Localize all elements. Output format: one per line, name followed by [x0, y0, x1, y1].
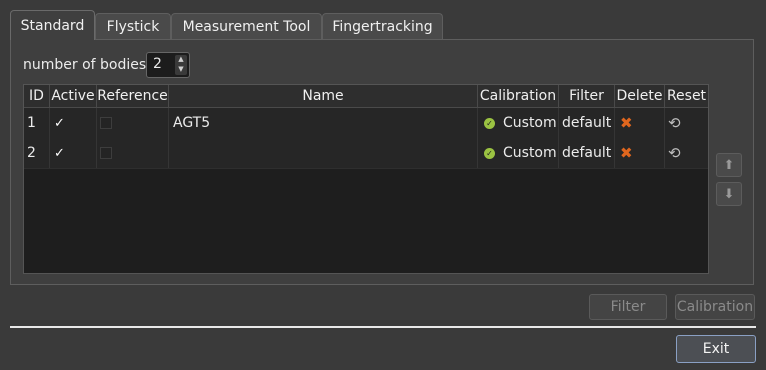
reference-cell[interactable] — [97, 108, 169, 138]
reset-icon[interactable]: ⟲ — [668, 114, 681, 132]
header-name[interactable]: Name — [169, 85, 478, 107]
tab-fingertracking-label: Fingertracking — [332, 18, 433, 35]
number-of-bodies-value: 2 — [153, 56, 162, 72]
calibration-value: Custom — [503, 145, 557, 161]
calibration-cell[interactable]: ✓ Custom — [478, 138, 559, 168]
arrow-up-icon: ⬆ — [723, 157, 735, 173]
tab-standard[interactable]: Standard — [10, 10, 95, 40]
table-header: ID Active Reference Name Calibration Fil… — [24, 85, 708, 108]
spinbox-buttons: ▲ ▼ — [175, 55, 187, 75]
table-row[interactable]: 1 ✓ AGT5 ✓ Custom default ✖ ⟲ — [24, 108, 708, 139]
tab-standard-label: Standard — [20, 17, 85, 34]
table-row[interactable]: 2 ✓ ✓ Custom default ✖ ⟲ — [24, 138, 708, 169]
reset-cell[interactable]: ⟲ — [665, 108, 708, 138]
row-id: 1 — [24, 108, 50, 138]
header-delete[interactable]: Delete — [615, 85, 665, 107]
calibration-button-label: Calibration — [676, 299, 754, 315]
active-checkbox[interactable]: ✓ — [50, 108, 97, 138]
tab-measurement-tool[interactable]: Measurement Tool — [171, 13, 322, 39]
active-check-mark: ✓ — [54, 115, 65, 131]
spin-up-icon[interactable]: ▲ — [177, 55, 185, 64]
filter-value[interactable]: default — [559, 138, 615, 168]
active-checkbox[interactable]: ✓ — [50, 138, 97, 168]
tab-flystick[interactable]: Flystick — [95, 13, 171, 39]
header-reset[interactable]: Reset — [665, 85, 708, 107]
row-name[interactable] — [169, 138, 478, 168]
active-check-mark: ✓ — [54, 145, 65, 161]
header-reference[interactable]: Reference — [97, 85, 169, 107]
exit-button[interactable]: Exit — [676, 335, 756, 363]
check-circle-icon: ✓ — [484, 147, 495, 159]
calibration-button[interactable]: Calibration — [675, 294, 755, 320]
reset-icon[interactable]: ⟲ — [668, 144, 681, 162]
reset-cell[interactable]: ⟲ — [665, 138, 708, 168]
bodies-table: ID Active Reference Name Calibration Fil… — [23, 84, 709, 274]
delete-cell[interactable]: ✖ — [615, 138, 665, 168]
filter-button-label: Filter — [610, 299, 646, 315]
reference-cell[interactable] — [97, 138, 169, 168]
number-of-bodies-spinbox[interactable]: 2 ▲ ▼ — [146, 52, 190, 78]
header-active[interactable]: Active — [50, 85, 97, 107]
check-circle-icon: ✓ — [484, 117, 495, 129]
number-of-bodies-label: number of bodies — [23, 57, 147, 73]
row-id: 2 — [24, 138, 50, 168]
x-icon[interactable]: ✖ — [620, 114, 633, 132]
tab-flystick-label: Flystick — [106, 18, 160, 35]
standard-panel: number of bodies 2 ▲ ▼ ID Active Referen… — [10, 39, 754, 285]
tab-fingertracking[interactable]: Fingertracking — [322, 13, 443, 39]
row-name[interactable]: AGT5 — [169, 108, 478, 138]
header-calibration[interactable]: Calibration — [478, 85, 559, 107]
header-id[interactable]: ID — [24, 85, 50, 107]
filter-button[interactable]: Filter — [589, 294, 667, 320]
separator-line — [10, 326, 756, 328]
move-up-button[interactable]: ⬆ — [716, 153, 742, 177]
tab-measurement-tool-label: Measurement Tool — [182, 18, 311, 35]
move-down-button[interactable]: ⬇ — [716, 182, 742, 206]
reference-checkbox[interactable] — [100, 147, 112, 159]
arrow-down-icon: ⬇ — [723, 186, 735, 202]
calibration-value: Custom — [503, 115, 557, 131]
filter-value[interactable]: default — [559, 108, 615, 138]
x-icon[interactable]: ✖ — [620, 144, 633, 162]
header-filter[interactable]: Filter — [559, 85, 615, 107]
spin-down-icon[interactable]: ▼ — [177, 65, 185, 74]
calibration-cell[interactable]: ✓ Custom — [478, 108, 559, 138]
exit-button-label: Exit — [702, 341, 730, 357]
delete-cell[interactable]: ✖ — [615, 108, 665, 138]
reference-checkbox[interactable] — [100, 117, 112, 129]
